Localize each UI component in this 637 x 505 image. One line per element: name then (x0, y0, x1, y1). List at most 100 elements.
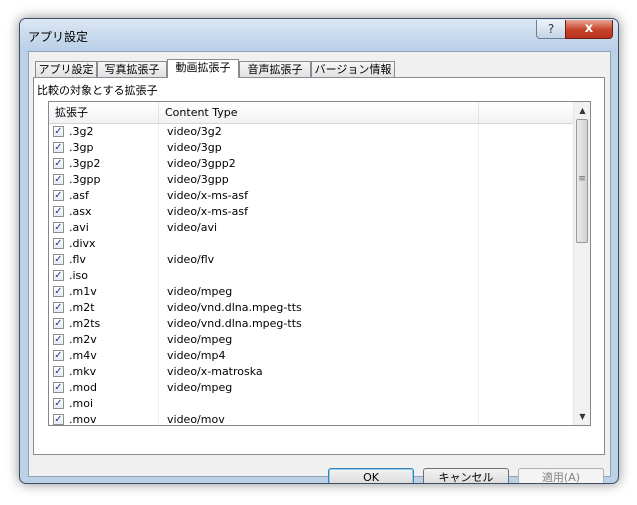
content-type-cell: video/vnd.dlna.mpeg-tts (167, 301, 302, 314)
content-type-cell: video/avi (167, 221, 218, 234)
checkmark-icon[interactable]: ✓ (53, 222, 64, 233)
title-bar[interactable]: アプリ設定 ? x (20, 19, 618, 51)
table-row[interactable]: ✓ .asx video/x-ms-asf (49, 204, 573, 220)
dialog-client: アプリ設定 写真拡張子 動画拡張子 音声拡張子 バージョン情報 比較の対象とする… (28, 51, 611, 483)
video-extensions-panel: 比較の対象とする拡張子 拡張子 Content Type ✓ .3g2 video/… (33, 77, 605, 455)
extension-cell: .mov (69, 413, 97, 426)
checkmark-icon[interactable]: ✓ (53, 350, 64, 361)
content-type-cell: video/mpeg (167, 285, 233, 298)
content-type-cell: video/x-ms-asf (167, 205, 248, 218)
content-type-cell: video/x-ms-asf (167, 189, 248, 202)
content-type-cell: video/mov (167, 413, 225, 426)
arrow-down-icon: ▼ (579, 412, 586, 421)
checkmark-icon[interactable]: ✓ (53, 190, 64, 201)
checkmark-icon[interactable]: ✓ (53, 302, 64, 313)
help-icon: ? (547, 22, 555, 36)
content-type-cell: video/flv (167, 253, 215, 266)
extension-cell: .3gp (69, 141, 94, 154)
checkmark-icon[interactable]: ✓ (53, 398, 64, 409)
extension-cell: .m2t (69, 301, 95, 314)
extension-cell: .3gp2 (69, 157, 101, 170)
extension-cell: .flv (69, 253, 86, 266)
tab-audio-extensions[interactable]: 音声拡張子 (239, 61, 311, 77)
checkmark-icon[interactable]: ✓ (53, 126, 64, 137)
checkmark-icon[interactable]: ✓ (53, 142, 64, 153)
table-row[interactable]: ✓ .moi (49, 396, 573, 412)
table-row[interactable]: ✓ .flv video/flv (49, 252, 573, 268)
extension-list[interactable]: 拡張子 Content Type ✓ .3g2 video/3g2 ✓ .3gp vid… (48, 101, 591, 426)
extension-cell: .mod (69, 381, 97, 394)
tab-version-info[interactable]: バージョン情報 (311, 61, 395, 77)
content-type-cell: video/vnd.dlna.mpeg-tts (167, 317, 302, 330)
checkmark-icon[interactable]: ✓ (53, 286, 64, 297)
table-row[interactable]: ✓ .m2ts video/vnd.dlna.mpeg-tts (49, 316, 573, 332)
grip-icon: ≡ (578, 174, 586, 184)
arrow-up-icon: ▲ (579, 106, 586, 115)
checkmark-icon[interactable]: ✓ (53, 366, 64, 377)
table-row[interactable]: ✓ .mkv video/x-matroska (49, 364, 573, 380)
content-type-cell: video/3gp (167, 141, 222, 154)
extension-cell: .divx (69, 237, 96, 250)
table-row[interactable]: ✓ .m4v video/mp4 (49, 348, 573, 364)
checkmark-icon[interactable]: ✓ (53, 174, 64, 185)
checkmark-icon[interactable]: ✓ (53, 382, 64, 393)
scroll-down-button[interactable]: ▼ (574, 408, 590, 425)
table-row[interactable]: ✓ .m2t video/vnd.dlna.mpeg-tts (49, 300, 573, 316)
table-row[interactable]: ✓ .m1v video/mpeg (49, 284, 573, 300)
content-type-cell: video/x-matroska (167, 365, 263, 378)
column-header-filler (479, 102, 573, 123)
close-button[interactable]: x (565, 20, 613, 39)
checkmark-icon[interactable]: ✓ (53, 334, 64, 345)
checkmark-icon[interactable]: ✓ (53, 270, 64, 281)
content-type-cell: video/mpeg (167, 381, 233, 394)
table-row[interactable]: ✓ .mov video/mov (49, 412, 573, 426)
checkmark-icon[interactable]: ✓ (53, 318, 64, 329)
settings-dialog: アプリ設定 ? x アプリ設定 写真拡張子 動画拡張子 音声拡張子 バージョン情… (19, 18, 619, 484)
checkmark-icon[interactable]: ✓ (53, 206, 64, 217)
extension-cell: .3gpp (69, 173, 101, 186)
extension-cell: .asx (69, 205, 92, 218)
checkmark-icon[interactable]: ✓ (53, 238, 64, 249)
list-header: 拡張子 Content Type (49, 102, 573, 124)
content-type-cell: video/3gpp (167, 173, 229, 186)
checkmark-icon[interactable]: ✓ (53, 158, 64, 169)
table-row[interactable]: ✓ .3gpp video/3gpp (49, 172, 573, 188)
ok-button[interactable]: OK (328, 468, 414, 483)
scroll-up-button[interactable]: ▲ (574, 102, 590, 119)
content-type-cell: video/mp4 (167, 349, 226, 362)
vertical-scrollbar[interactable]: ▲ ≡ ▼ (573, 102, 590, 425)
content-type-cell: video/mpeg (167, 333, 233, 346)
column-header-content-type[interactable]: Content Type (159, 102, 479, 123)
table-row[interactable]: ✓ .iso (49, 268, 573, 284)
column-header-extension[interactable]: 拡張子 (49, 102, 159, 123)
window-title: アプリ設定 (28, 30, 89, 44)
tab-video-extensions[interactable]: 動画拡張子 (167, 59, 239, 78)
checkmark-icon[interactable]: ✓ (53, 254, 64, 265)
checkmark-icon[interactable]: ✓ (53, 414, 64, 425)
table-row[interactable]: ✓ .3gp video/3gp (49, 140, 573, 156)
cancel-button[interactable]: キャンセル (423, 468, 509, 483)
extension-cell: .m4v (69, 349, 97, 362)
content-type-cell: video/3g2 (167, 125, 222, 138)
table-row[interactable]: ✓ .asf video/x-ms-asf (49, 188, 573, 204)
extension-cell: .m1v (69, 285, 97, 298)
scroll-thumb[interactable]: ≡ (576, 119, 588, 243)
help-button[interactable]: ? (536, 20, 566, 39)
table-row[interactable]: ✓ .3g2 video/3g2 (49, 124, 573, 140)
table-row[interactable]: ✓ .avi video/avi (49, 220, 573, 236)
extension-cell: .avi (69, 221, 89, 234)
tab-app-settings[interactable]: アプリ設定 (35, 61, 97, 77)
table-row[interactable]: ✓ .mod video/mpeg (49, 380, 573, 396)
table-row[interactable]: ✓ .3gp2 video/3gpp2 (49, 156, 573, 172)
apply-button[interactable]: 適用(A) (518, 468, 604, 483)
tab-photo-extensions[interactable]: 写真拡張子 (97, 61, 167, 77)
extension-cell: .mkv (69, 365, 97, 378)
table-row[interactable]: ✓ .divx (49, 236, 573, 252)
table-row[interactable]: ✓ .m2v video/mpeg (49, 332, 573, 348)
extension-cell: .3g2 (69, 125, 94, 138)
extension-cell: .m2ts (69, 317, 101, 330)
extension-cell: .asf (69, 189, 89, 202)
extension-cell: .iso (69, 269, 89, 282)
panel-caption: 比較の対象とする拡張子 (37, 84, 158, 97)
extension-cell: .moi (69, 397, 93, 410)
